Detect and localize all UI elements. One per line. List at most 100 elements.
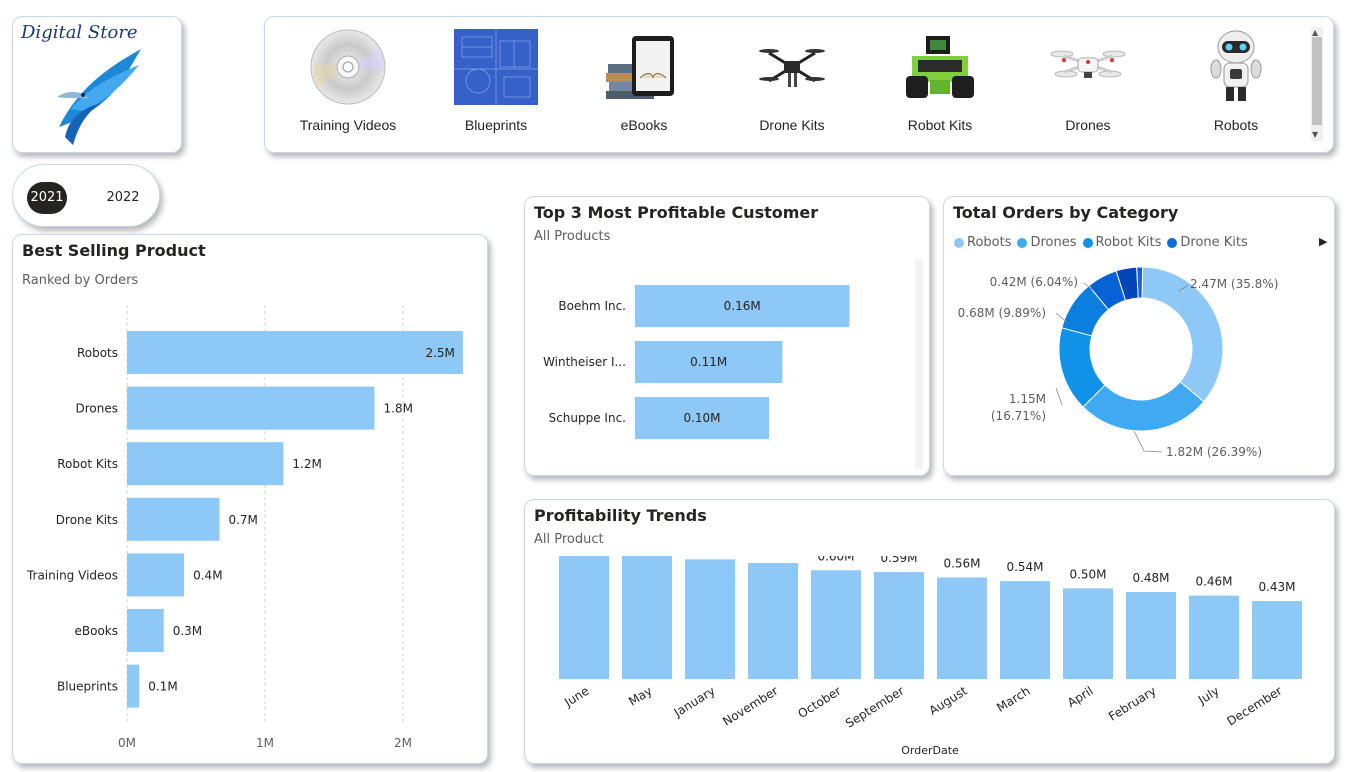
profitability-title: Profitability Trends [534, 506, 707, 525]
slice-label: (16.71%) [991, 409, 1046, 423]
ebook-icon [602, 29, 686, 105]
legend-dot [1167, 237, 1178, 248]
category-label: eBooks [75, 624, 119, 638]
x-tick-label: August [927, 684, 970, 718]
x-tick-label: 1M [256, 736, 274, 750]
data-label: 0.50M [1069, 567, 1106, 581]
bar [937, 577, 987, 679]
x-tick-label: 0M [118, 736, 136, 750]
category-label: Training Videos [26, 568, 118, 582]
profitability-subtitle: All Product [534, 532, 604, 547]
data-label: 0.10M [683, 411, 720, 425]
bar [1252, 601, 1302, 679]
category-drone-kits[interactable]: Drone Kits [727, 29, 857, 139]
scroll-up-icon[interactable]: ▲ [1312, 28, 1318, 37]
category-blueprints[interactable]: Blueprints [431, 29, 561, 139]
orders-category-card: Total Orders by Category Robots Drones R… [943, 196, 1335, 476]
top-customers-subtitle: All Products [534, 229, 611, 244]
category-label: Drone Kits [56, 513, 118, 527]
legend-label: Drone Kits [1180, 235, 1248, 250]
x-tick-label: October [795, 684, 843, 721]
bar [1063, 588, 1113, 679]
year-2021-button[interactable]: 2021 [27, 182, 67, 214]
scroll-down-icon[interactable]: ▼ [1312, 130, 1318, 139]
data-label: 2.5M [425, 346, 454, 360]
data-label: 0.43M [1258, 580, 1295, 594]
top-customers-title: Top 3 Most Profitable Customer [534, 203, 819, 222]
category-robots[interactable]: Robots [1171, 29, 1301, 139]
blueprint-icon [454, 29, 538, 105]
slice-label: 0.68M (9.89%) [958, 306, 1046, 320]
bar [622, 556, 672, 679]
top-customers-card: Top 3 Most Profitable Customer All Produ… [524, 196, 930, 476]
bar [127, 609, 164, 652]
bar [685, 559, 735, 679]
legend-dot [954, 237, 964, 248]
slice-label: 2.47M (35.8%) [1190, 277, 1278, 291]
data-label: 0.56M [943, 557, 980, 571]
legend-item-robot-kits[interactable]: Robot Kits [1082, 235, 1161, 250]
legend-item-drones[interactable]: Drones [1017, 235, 1077, 250]
best-selling-chart: 0M 1M 2M Robots 2.5M Drones 1.8M Robot Kits 1.2M… [26, 305, 463, 750]
category-label: Blueprints [464, 117, 528, 133]
category-label: Robot Kits [907, 117, 973, 133]
drone-kit-icon [750, 29, 834, 105]
bar [127, 664, 140, 708]
leader-line [1133, 430, 1163, 453]
top-customers-chart: Boehm Inc. 0.16M Wintheiser I... 0.11M Schup… [543, 285, 850, 439]
robot-kit-icon [898, 29, 982, 105]
robot-icon [1194, 29, 1278, 105]
scroll-thumb[interactable] [1312, 37, 1322, 125]
disc-icon [306, 29, 390, 105]
category-label: Robots [77, 346, 118, 360]
bar [811, 570, 861, 679]
slicer-scrollbar[interactable]: ▲ ▼ [1311, 27, 1323, 141]
data-label: 0.11M [690, 355, 727, 369]
legend-next-icon[interactable]: ▶ [1319, 235, 1327, 248]
best-selling-subtitle: Ranked by Orders [22, 273, 139, 288]
data-label: 0.46M [1195, 575, 1232, 589]
legend-dot [1017, 237, 1028, 248]
slice-label: 1.15M [1009, 392, 1046, 406]
category-label: Training Videos [299, 117, 397, 133]
bar [127, 553, 185, 597]
x-axis-title: OrderDate [901, 744, 959, 757]
data-label: 0.4M [193, 568, 222, 582]
slice-label: 1.82M (26.39%) [1166, 445, 1262, 459]
category-drones[interactable]: Drones [1023, 29, 1153, 139]
category-robot-kits[interactable]: Robot Kits [875, 29, 1005, 139]
x-tick-label: January [671, 684, 718, 721]
leader-line [1055, 387, 1063, 406]
data-label: 0.59M [880, 556, 917, 565]
profitability-chart: 0.72MJune0.71MMay0.66MJanuary0.64MNovemb… [559, 556, 1302, 757]
category-training-videos[interactable]: Training Videos [283, 29, 413, 139]
legend-label: Robots [967, 235, 1012, 250]
donut-legend: Robots Drones Robot Kits Drone Kits [954, 235, 1248, 250]
year-2022-button[interactable]: 2022 [103, 182, 143, 214]
bar [127, 442, 284, 486]
category-label: Drones [1065, 117, 1111, 133]
donut-slice [1136, 266, 1144, 299]
logo-card: Digital Store [12, 16, 182, 153]
category-label: Blueprints [57, 680, 118, 694]
category-label: Drones [76, 402, 119, 416]
bar [1126, 592, 1176, 679]
category-label: Wintheiser I... [543, 355, 626, 369]
legend-item-robots[interactable]: Robots [954, 235, 1011, 250]
data-label: 0.3M [173, 624, 202, 638]
store-title: Digital Store [21, 22, 138, 43]
category-label: Drone Kits [759, 117, 825, 133]
data-label: 0.7M [228, 513, 257, 527]
bird-logo-icon [57, 49, 141, 145]
legend-item-drone-kits[interactable]: Drone Kits [1167, 235, 1248, 250]
category-slicer: Training Videos Blueprints eBooks Drone … [264, 16, 1334, 153]
x-tick-label: July [1195, 684, 1222, 708]
data-label: 1.8M [384, 402, 413, 416]
category-ebooks[interactable]: eBooks [579, 29, 709, 139]
top-customers-scrollbar[interactable] [915, 259, 923, 469]
category-label: Boehm Inc. [558, 299, 626, 313]
best-selling-card: Best Selling Product Ranked by Orders 0M… [12, 234, 488, 764]
data-label: 1.2M [292, 457, 321, 471]
drone-icon [1046, 29, 1130, 105]
bar [1000, 581, 1050, 679]
